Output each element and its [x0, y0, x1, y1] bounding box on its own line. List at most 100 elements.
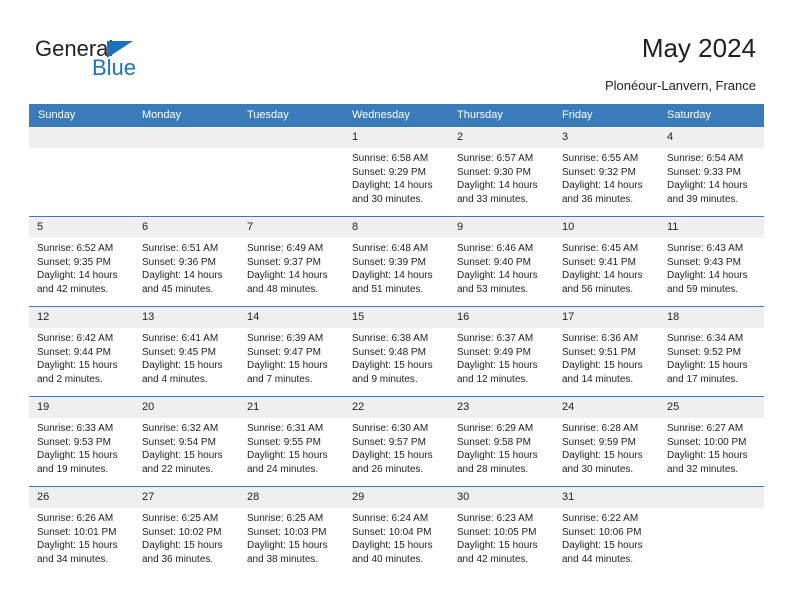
sunrise-time: Sunrise: 6:42 AM — [37, 333, 114, 344]
daylight-duration-line1: Daylight: 15 hours — [37, 450, 118, 461]
day-sun-info: Sunrise: 6:36 AM Sunset: 9:51 PM Daylight:… — [554, 328, 659, 386]
calendar-day-cell[interactable]: 13 Sunrise: 6:41 AM Sunset: 9:45 PM Dayligh… — [134, 306, 239, 397]
day-sun-info: Sunrise: 6:24 AM Sunset: 10:04 PM Daylight… — [344, 508, 449, 566]
daylight-duration-line2: and 7 minutes. — [247, 373, 313, 385]
calendar-body: 1 Sunrise: 6:58 AM Sunset: 9:29 PM Daylight… — [29, 126, 764, 577]
calendar-day-cell[interactable]: 10 Sunrise: 6:45 AM Sunset: 9:41 PM Dayligh… — [554, 216, 659, 307]
calendar-day-cell[interactable]: 29 Sunrise: 6:24 AM Sunset: 10:04 PM Daylig… — [344, 486, 449, 577]
sunrise-time: Sunrise: 6:58 AM — [352, 153, 429, 164]
sunrise-time: Sunrise: 6:41 AM — [142, 333, 219, 344]
day-sun-info: Sunrise: 6:29 AM Sunset: 9:58 PM Daylight:… — [449, 418, 554, 476]
calendar-day-cell[interactable]: 31 Sunrise: 6:22 AM Sunset: 10:06 PM Daylig… — [554, 486, 659, 577]
calendar-day-cell[interactable]: 23 Sunrise: 6:29 AM Sunset: 9:58 PM Dayligh… — [449, 396, 554, 487]
day-sun-info: Sunrise: 6:58 AM Sunset: 9:29 PM Daylight:… — [344, 148, 449, 206]
day-number: 1 — [344, 127, 449, 148]
sunset-time: Sunset: 10:05 PM — [457, 526, 537, 538]
daylight-duration-line2: and 59 minutes. — [667, 283, 739, 295]
daylight-duration-line1: Daylight: 14 hours — [142, 270, 223, 281]
calendar-day-cell[interactable]: 15 Sunrise: 6:38 AM Sunset: 9:48 PM Dayligh… — [344, 306, 449, 397]
calendar-day-cell[interactable]: 11 Sunrise: 6:43 AM Sunset: 9:43 PM Dayligh… — [659, 216, 764, 307]
sunset-time: Sunset: 9:45 PM — [142, 346, 216, 358]
calendar-day-cell[interactable]: 28 Sunrise: 6:25 AM Sunset: 10:03 PM Daylig… — [239, 486, 344, 577]
calendar-day-cell[interactable]: 24 Sunrise: 6:28 AM Sunset: 9:59 PM Dayligh… — [554, 396, 659, 487]
calendar-day-cell[interactable]: 4 Sunrise: 6:54 AM Sunset: 9:33 PM Daylight… — [659, 126, 764, 217]
calendar-day-cell[interactable]: 5 Sunrise: 6:52 AM Sunset: 9:35 PM Daylight… — [29, 216, 134, 307]
day-sun-info: Sunrise: 6:52 AM Sunset: 9:35 PM Daylight:… — [29, 238, 134, 296]
sunset-time: Sunset: 10:01 PM — [37, 526, 117, 538]
weekday-header-saturday: Saturday — [659, 104, 764, 127]
sunset-time: Sunset: 9:43 PM — [667, 256, 741, 268]
daylight-duration-line1: Daylight: 15 hours — [37, 360, 118, 371]
day-number: 2 — [449, 127, 554, 148]
sunset-time: Sunset: 9:40 PM — [457, 256, 531, 268]
calendar-day-cell[interactable]: 14 Sunrise: 6:39 AM Sunset: 9:47 PM Dayligh… — [239, 306, 344, 397]
calendar-day-cell[interactable]: 22 Sunrise: 6:30 AM Sunset: 9:57 PM Dayligh… — [344, 396, 449, 487]
calendar-day-cell[interactable]: 20 Sunrise: 6:32 AM Sunset: 9:54 PM Dayligh… — [134, 396, 239, 487]
calendar-day-cell[interactable]: 19 Sunrise: 6:33 AM Sunset: 9:53 PM Dayligh… — [29, 396, 134, 487]
day-number: 24 — [554, 397, 659, 418]
daylight-duration-line1: Daylight: 15 hours — [142, 540, 223, 551]
sunset-time: Sunset: 10:02 PM — [142, 526, 222, 538]
calendar-header: Sunday Monday Tuesday Wednesday Thursday… — [29, 104, 764, 127]
calendar-day-cell[interactable]: 2 Sunrise: 6:57 AM Sunset: 9:30 PM Daylight… — [449, 126, 554, 217]
daylight-duration-line1: Daylight: 15 hours — [142, 360, 223, 371]
day-sun-info: Sunrise: 6:28 AM Sunset: 9:59 PM Daylight:… — [554, 418, 659, 476]
day-number: 7 — [239, 217, 344, 238]
day-sun-info: Sunrise: 6:38 AM Sunset: 9:48 PM Daylight:… — [344, 328, 449, 386]
daylight-duration-line2: and 24 minutes. — [247, 463, 319, 475]
sunrise-time: Sunrise: 6:31 AM — [247, 423, 324, 434]
sunrise-time: Sunrise: 6:30 AM — [352, 423, 429, 434]
day-sun-info: Sunrise: 6:23 AM Sunset: 10:05 PM Daylight… — [449, 508, 554, 566]
daylight-duration-line1: Daylight: 14 hours — [247, 270, 328, 281]
daylight-duration-line1: Daylight: 15 hours — [667, 450, 748, 461]
calendar-day-cell[interactable]: 12 Sunrise: 6:42 AM Sunset: 9:44 PM Dayligh… — [29, 306, 134, 397]
sunrise-time: Sunrise: 6:49 AM — [247, 243, 324, 254]
day-sun-info: Sunrise: 6:45 AM Sunset: 9:41 PM Daylight:… — [554, 238, 659, 296]
sunrise-time: Sunrise: 6:57 AM — [457, 153, 534, 164]
calendar-day-cell[interactable]: 26 Sunrise: 6:26 AM Sunset: 10:01 PM Daylig… — [29, 486, 134, 577]
day-number — [29, 127, 134, 148]
daylight-duration-line1: Daylight: 15 hours — [352, 540, 433, 551]
calendar-day-cell[interactable]: 6 Sunrise: 6:51 AM Sunset: 9:36 PM Daylight… — [134, 216, 239, 307]
calendar-day-cell[interactable]: 21 Sunrise: 6:31 AM Sunset: 9:55 PM Dayligh… — [239, 396, 344, 487]
daylight-duration-line1: Daylight: 15 hours — [247, 360, 328, 371]
calendar-week-row: 1 Sunrise: 6:58 AM Sunset: 9:29 PM Daylight… — [29, 126, 764, 217]
sunrise-time: Sunrise: 6:23 AM — [457, 513, 534, 524]
weekday-header-sunday: Sunday — [29, 104, 134, 127]
calendar-day-cell[interactable]: 30 Sunrise: 6:23 AM Sunset: 10:05 PM Daylig… — [449, 486, 554, 577]
daylight-duration-line2: and 42 minutes. — [457, 553, 529, 565]
day-sun-info: Sunrise: 6:39 AM Sunset: 9:47 PM Daylight:… — [239, 328, 344, 386]
sunset-time: Sunset: 9:32 PM — [562, 166, 636, 178]
calendar-day-cell[interactable]: 9 Sunrise: 6:46 AM Sunset: 9:40 PM Daylight… — [449, 216, 554, 307]
calendar-week-row: 12 Sunrise: 6:42 AM Sunset: 9:44 PM Dayligh… — [29, 306, 764, 397]
calendar-day-cell[interactable]: 3 Sunrise: 6:55 AM Sunset: 9:32 PM Daylight… — [554, 126, 659, 217]
calendar-day-cell[interactable]: 7 Sunrise: 6:49 AM Sunset: 9:37 PM Daylight… — [239, 216, 344, 307]
day-sun-info: Sunrise: 6:51 AM Sunset: 9:36 PM Daylight:… — [134, 238, 239, 296]
calendar-day-cell[interactable]: 8 Sunrise: 6:48 AM Sunset: 9:39 PM Daylight… — [344, 216, 449, 307]
calendar-day-cell[interactable]: 18 Sunrise: 6:34 AM Sunset: 9:52 PM Dayligh… — [659, 306, 764, 397]
day-number: 3 — [554, 127, 659, 148]
sunrise-time: Sunrise: 6:28 AM — [562, 423, 639, 434]
day-number: 20 — [134, 397, 239, 418]
sunset-time: Sunset: 10:00 PM — [667, 436, 747, 448]
day-sun-info: Sunrise: 6:25 AM Sunset: 10:02 PM Daylight… — [134, 508, 239, 566]
daylight-duration-line2: and 44 minutes. — [562, 553, 634, 565]
calendar-day-cell[interactable]: 27 Sunrise: 6:25 AM Sunset: 10:02 PM Daylig… — [134, 486, 239, 577]
daylight-duration-line1: Daylight: 15 hours — [352, 450, 433, 461]
calendar-day-cell[interactable]: 16 Sunrise: 6:37 AM Sunset: 9:49 PM Dayligh… — [449, 306, 554, 397]
day-number: 12 — [29, 307, 134, 328]
daylight-duration-line2: and 17 minutes. — [667, 373, 739, 385]
daylight-duration-line2: and 22 minutes. — [142, 463, 214, 475]
daylight-duration-line2: and 36 minutes. — [562, 193, 634, 205]
daylight-duration-line1: Daylight: 14 hours — [352, 180, 433, 191]
daylight-duration-line1: Daylight: 15 hours — [247, 450, 328, 461]
calendar-day-cell[interactable]: 17 Sunrise: 6:36 AM Sunset: 9:51 PM Dayligh… — [554, 306, 659, 397]
sunrise-time: Sunrise: 6:43 AM — [667, 243, 744, 254]
daylight-duration-line1: Daylight: 14 hours — [667, 180, 748, 191]
sunrise-time: Sunrise: 6:22 AM — [562, 513, 639, 524]
sunrise-time: Sunrise: 6:24 AM — [352, 513, 429, 524]
calendar-day-cell[interactable]: 1 Sunrise: 6:58 AM Sunset: 9:29 PM Daylight… — [344, 126, 449, 217]
day-number: 4 — [659, 127, 764, 148]
calendar-day-cell[interactable]: 25 Sunrise: 6:27 AM Sunset: 10:00 PM Daylig… — [659, 396, 764, 487]
general-blue-logo[interactable]: General Blue — [35, 38, 235, 86]
